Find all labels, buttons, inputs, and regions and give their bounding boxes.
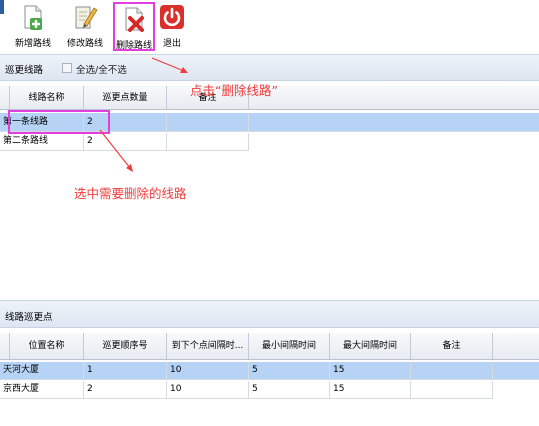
cell-note — [411, 362, 493, 379]
edit-route-button[interactable]: 修改路线 — [60, 2, 110, 51]
add-document-icon — [24, 5, 42, 30]
cell-order: 1 — [84, 362, 167, 379]
cell-note — [167, 113, 249, 131]
annotation-click-delete: 点击“删除线路” — [190, 83, 278, 98]
selected-row-highlight — [8, 110, 110, 134]
annotation-select-route: 选中需要删除的线路 — [74, 186, 187, 201]
cell-location: 天河大厦 — [0, 362, 84, 379]
column-header-interval[interactable]: 到下个点间隔时... — [167, 333, 249, 359]
column-header-note[interactable]: 备注 — [411, 333, 493, 359]
cell-note — [167, 133, 249, 150]
delete-route-label: 删除路线 — [115, 41, 152, 51]
points-section-header: 线路巡更点 — [0, 300, 539, 328]
points-grid-header: 位置名称 巡更顺序号 到下个点间隔时... 最小间隔时间 最大间隔时间 备注 — [0, 333, 539, 360]
points-section-title: 线路巡更点 — [5, 312, 53, 323]
cell-interval: 10 — [167, 381, 249, 398]
cell-note — [411, 381, 493, 398]
window-edge — [0, 0, 4, 14]
exit-label: 退出 — [162, 39, 181, 49]
cell-max-interval: 15 — [330, 362, 411, 379]
cell-min-interval: 5 — [249, 381, 330, 398]
routes-section-title: 巡更线路 — [5, 65, 44, 76]
column-header-route-name[interactable]: 线路名称 — [10, 86, 84, 109]
add-route-label: 新增路线 — [14, 39, 51, 49]
column-header-order[interactable]: 巡更顺序号 — [84, 333, 167, 359]
select-all-checkbox[interactable] — [62, 63, 72, 73]
column-header-min-interval[interactable]: 最小间隔时间 — [249, 333, 330, 359]
cell-min-interval: 5 — [249, 362, 330, 379]
points-grid: 位置名称 巡更顺序号 到下个点间隔时... 最小间隔时间 最大间隔时间 备注 天… — [0, 333, 539, 426]
table-row[interactable]: 京西大厦 2 10 5 15 — [0, 381, 493, 399]
power-icon — [160, 5, 184, 29]
select-all-label[interactable]: 全选/全不选 — [76, 62, 127, 76]
cell-route-name: 第二条路线 — [0, 133, 84, 150]
cell-interval: 10 — [167, 362, 249, 379]
cell-point-count: 2 — [84, 133, 167, 150]
column-header-location[interactable]: 位置名称 — [10, 333, 84, 359]
delete-route-button[interactable]: 删除路线 — [113, 2, 155, 51]
column-header-max-interval[interactable]: 最大间隔时间 — [330, 333, 411, 359]
add-route-button[interactable]: 新增路线 — [8, 2, 58, 51]
column-header-point-count[interactable]: 巡更点数量 — [84, 86, 167, 109]
toolbar: 新增路线 修改路线 删除路线 退出 — [0, 0, 539, 53]
cell-order: 2 — [84, 381, 167, 398]
exit-button[interactable]: 退出 — [157, 2, 187, 51]
routes-section-header: 巡更线路 全选/全不选 — [0, 54, 539, 81]
table-row[interactable]: 天河大厦 1 10 5 15 — [0, 362, 539, 380]
delete-document-icon — [125, 7, 144, 32]
table-row[interactable]: 第二条路线 2 — [0, 133, 249, 151]
edit-document-icon — [75, 6, 98, 29]
edit-route-label: 修改路线 — [66, 39, 103, 49]
cell-max-interval: 15 — [330, 381, 411, 398]
cell-location: 京西大厦 — [0, 381, 84, 398]
